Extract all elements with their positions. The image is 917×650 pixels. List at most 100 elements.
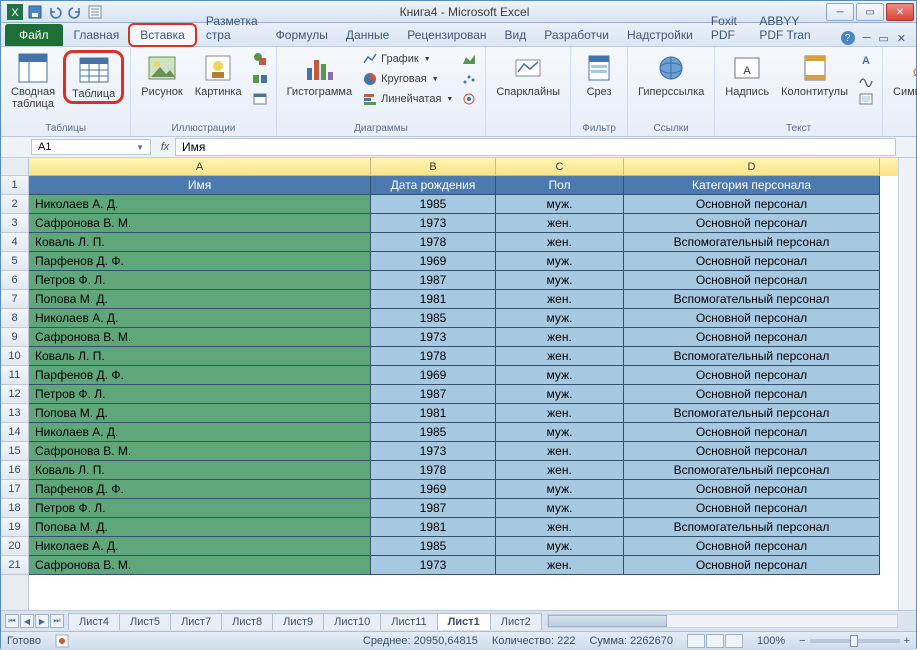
cell-sex[interactable]: жен. bbox=[496, 556, 624, 575]
cell-category[interactable]: Основной персонал bbox=[624, 328, 880, 347]
chevron-down-icon[interactable]: ▼ bbox=[136, 143, 144, 152]
cell-sex[interactable]: муж. bbox=[496, 423, 624, 442]
row-header[interactable]: 17 bbox=[1, 480, 28, 499]
cell-category[interactable]: Вспомогательный персонал bbox=[624, 404, 880, 423]
cell-category[interactable]: Основной персонал bbox=[624, 214, 880, 233]
sheet-tab[interactable]: Лист8 bbox=[221, 613, 273, 630]
select-all-corner[interactable] bbox=[1, 158, 28, 176]
cell-name[interactable]: Парфенов Д. Ф. bbox=[29, 252, 371, 271]
cell-year[interactable]: 1978 bbox=[371, 461, 496, 480]
scatter-chart-button[interactable] bbox=[459, 70, 479, 88]
hyperlink-button[interactable]: Гиперссылка bbox=[634, 50, 708, 100]
row-header[interactable]: 9 bbox=[1, 328, 28, 347]
cell-category[interactable]: Вспомогательный персонал bbox=[624, 461, 880, 480]
cell-category[interactable]: Основной персонал bbox=[624, 442, 880, 461]
cell-sex[interactable]: муж. bbox=[496, 499, 624, 518]
sheet-tab[interactable]: Лист5 bbox=[119, 613, 171, 630]
wordart-button[interactable]: A bbox=[856, 50, 876, 68]
row-header[interactable]: 8 bbox=[1, 309, 28, 328]
cell-name[interactable]: Попова М. Д. bbox=[29, 290, 371, 309]
fx-icon[interactable]: fx bbox=[155, 141, 175, 153]
cell-category[interactable]: Основной персонал bbox=[624, 195, 880, 214]
cell-year[interactable]: 1969 bbox=[371, 252, 496, 271]
cell-name[interactable]: Петров Ф. Л. bbox=[29, 499, 371, 518]
tab-addins[interactable]: Надстройки bbox=[618, 24, 702, 46]
sparklines-button[interactable]: Спарклайны bbox=[492, 50, 564, 100]
save-icon[interactable] bbox=[27, 4, 43, 20]
cell-year[interactable]: 1969 bbox=[371, 366, 496, 385]
zoom-out-icon[interactable]: − bbox=[799, 635, 805, 647]
cell-name[interactable]: Сафронова В. М. bbox=[29, 442, 371, 461]
headerfooter-button[interactable]: Колонтитулы bbox=[777, 50, 852, 100]
col-header-A[interactable]: A bbox=[29, 158, 371, 176]
zoom-level[interactable]: 100% bbox=[757, 635, 785, 647]
col-header-B[interactable]: B bbox=[371, 158, 496, 176]
tab-review[interactable]: Рецензирован bbox=[398, 24, 495, 46]
tab-data[interactable]: Данные bbox=[337, 24, 398, 46]
sheet-tab[interactable]: Лист2 bbox=[490, 613, 542, 630]
cell-sex[interactable]: жен. bbox=[496, 518, 624, 537]
cell-year[interactable]: 1973 bbox=[371, 328, 496, 347]
cell-name[interactable]: Коваль Л. П. bbox=[29, 233, 371, 252]
sheet-last-icon[interactable]: ⏭ bbox=[50, 614, 64, 628]
tab-developer[interactable]: Разработчи bbox=[535, 24, 618, 46]
row-header[interactable]: 10 bbox=[1, 347, 28, 366]
doc-minimize-icon[interactable]: ─ bbox=[863, 32, 871, 44]
row-header[interactable]: 19 bbox=[1, 518, 28, 537]
view-normal-icon[interactable] bbox=[687, 634, 705, 648]
cell-sex[interactable]: муж. bbox=[496, 480, 624, 499]
row-header[interactable]: 14 bbox=[1, 423, 28, 442]
maximize-button[interactable]: ▭ bbox=[856, 3, 884, 21]
tab-home[interactable]: Главная bbox=[65, 24, 129, 46]
tab-abbyy[interactable]: ABBYY PDF Tran bbox=[750, 10, 822, 46]
row-header[interactable]: 13 bbox=[1, 404, 28, 423]
cell-category[interactable]: Основной персонал bbox=[624, 480, 880, 499]
sheet-tab[interactable]: Лист10 bbox=[323, 613, 381, 630]
cell-sex[interactable]: жен. bbox=[496, 214, 624, 233]
textbox-button[interactable]: A Надпись bbox=[721, 50, 773, 100]
shapes-button[interactable] bbox=[250, 50, 270, 68]
cell-year[interactable]: 1973 bbox=[371, 556, 496, 575]
cell-name[interactable]: Парфенов Д. Ф. bbox=[29, 480, 371, 499]
row-header[interactable]: 16 bbox=[1, 461, 28, 480]
row-header[interactable]: 11 bbox=[1, 366, 28, 385]
sheet-prev-icon[interactable]: ◀ bbox=[20, 614, 34, 628]
header-category[interactable]: Категория персонала bbox=[624, 176, 880, 195]
view-layout-icon[interactable] bbox=[706, 634, 724, 648]
clipart-button[interactable]: Картинка bbox=[191, 50, 246, 100]
row-header[interactable]: 7 bbox=[1, 290, 28, 309]
cell-year[interactable]: 1973 bbox=[371, 442, 496, 461]
horizontal-scrollbar[interactable] bbox=[547, 614, 898, 628]
cell-sex[interactable]: муж. bbox=[496, 252, 624, 271]
tab-formulas[interactable]: Формулы bbox=[267, 24, 337, 46]
cell-name[interactable]: Николаев А. Д. bbox=[29, 309, 371, 328]
row-header[interactable]: 6 bbox=[1, 271, 28, 290]
cell-category[interactable]: Основной персонал bbox=[624, 366, 880, 385]
sheet-next-icon[interactable]: ▶ bbox=[35, 614, 49, 628]
row-header[interactable]: 15 bbox=[1, 442, 28, 461]
cell-sex[interactable]: жен. bbox=[496, 328, 624, 347]
cell-category[interactable]: Вспомогательный персонал bbox=[624, 233, 880, 252]
cell-year[interactable]: 1985 bbox=[371, 309, 496, 328]
col-header-D[interactable]: D bbox=[624, 158, 880, 176]
cell-category[interactable]: Основной персонал bbox=[624, 499, 880, 518]
other-charts-button[interactable] bbox=[459, 90, 479, 108]
slicer-button[interactable]: Срез bbox=[577, 50, 621, 100]
row-header[interactable]: 12 bbox=[1, 385, 28, 404]
cell-year[interactable]: 1978 bbox=[371, 347, 496, 366]
cell-year[interactable]: 1981 bbox=[371, 518, 496, 537]
object-button[interactable] bbox=[856, 90, 876, 108]
row-header[interactable]: 4 bbox=[1, 233, 28, 252]
form-icon[interactable] bbox=[87, 4, 103, 20]
cell-sex[interactable]: жен. bbox=[496, 347, 624, 366]
zoom-slider[interactable] bbox=[810, 639, 900, 643]
cell-sex[interactable]: жен. bbox=[496, 290, 624, 309]
col-header-C[interactable]: C bbox=[496, 158, 624, 176]
cell-year[interactable]: 1987 bbox=[371, 271, 496, 290]
cell-name[interactable]: Петров Ф. Л. bbox=[29, 271, 371, 290]
row-header[interactable]: 5 bbox=[1, 252, 28, 271]
cell-category[interactable]: Основной персонал bbox=[624, 309, 880, 328]
cell-name[interactable]: Попова М. Д. bbox=[29, 404, 371, 423]
cell-category[interactable]: Основной персонал bbox=[624, 537, 880, 556]
cell-sex[interactable]: жен. bbox=[496, 233, 624, 252]
